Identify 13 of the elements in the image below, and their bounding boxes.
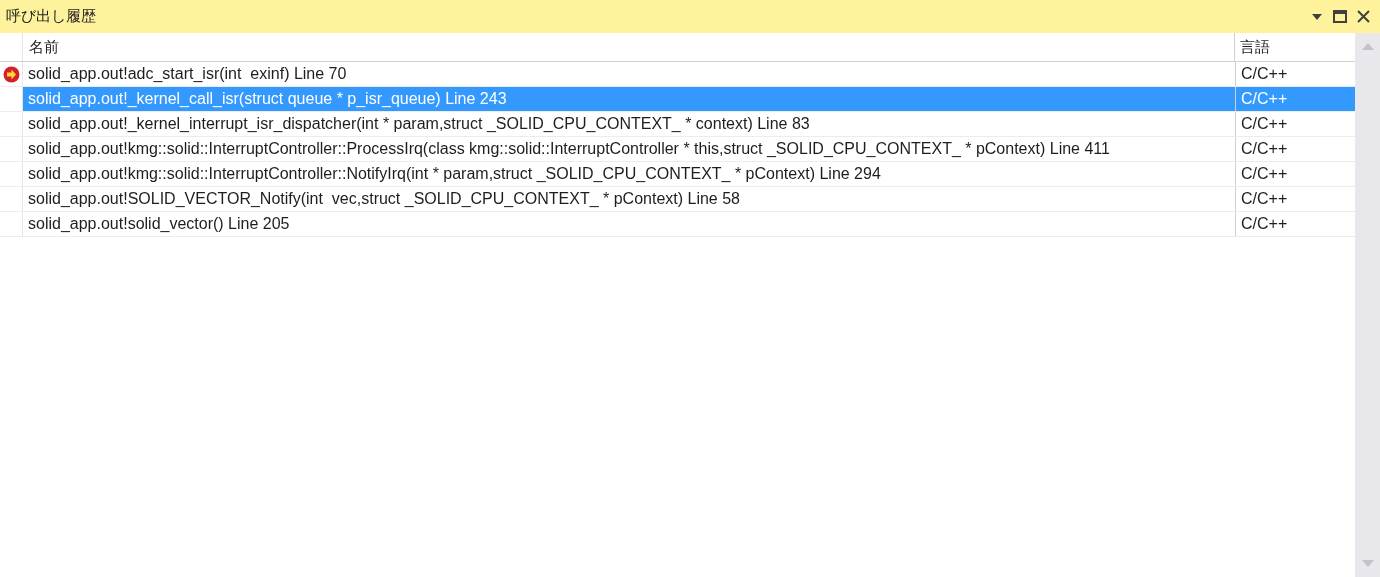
frame-name-cell[interactable]: solid_app.out!solid_vector() Line 205 bbox=[23, 212, 1235, 236]
frame-name-cell[interactable]: solid_app.out!_kernel_interrupt_isr_dispatcher(int * param,struct _SOLID_CPU_CONTEXT_ * context) Line 83 bbox=[23, 112, 1235, 136]
dropdown-icon[interactable] bbox=[1311, 12, 1323, 21]
frame-name-cell[interactable]: solid_app.out!adc_start_isr(int exinf) Line 70 bbox=[23, 62, 1235, 86]
maximize-icon[interactable] bbox=[1333, 10, 1347, 23]
window-title: 呼び出し履歴 bbox=[6, 6, 97, 28]
column-header[interactable]: 名前 bbox=[23, 33, 1235, 61]
frame-name-cell[interactable]: solid_app.out!SOLID_VECTOR_Notify(int vec,struct _SOLID_CPU_CONTEXT_ * pContext) Line 58 bbox=[23, 187, 1235, 211]
close-icon[interactable] bbox=[1357, 10, 1370, 23]
frame-name-cell[interactable]: solid_app.out!kmg::solid::InterruptController::ProcessIrq(class kmg::solid::InterruptController * this,struct _SOLID_CPU_CONTEXT_ * pContext) Line 411 bbox=[23, 137, 1235, 161]
column-header[interactable]: 言語 bbox=[1235, 33, 1355, 61]
language-cell: C/C++ bbox=[1235, 87, 1355, 111]
frame-name-cell[interactable]: solid_app.out!kmg::solid::InterruptController::NotifyIrq(int * param,struct _SOLID_CPU_CONTEXT_ * pContext) Line 294 bbox=[23, 162, 1235, 186]
